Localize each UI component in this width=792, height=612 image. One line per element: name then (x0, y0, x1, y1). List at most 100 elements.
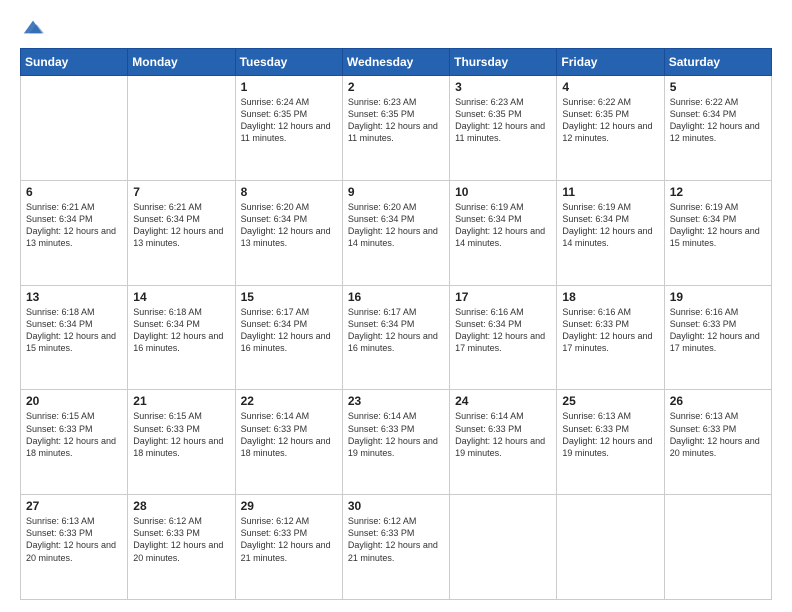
calendar-cell (21, 76, 128, 181)
calendar-cell: 6Sunrise: 6:21 AM Sunset: 6:34 PM Daylig… (21, 180, 128, 285)
day-number: 2 (348, 80, 444, 94)
day-info: Sunrise: 6:13 AM Sunset: 6:33 PM Dayligh… (26, 515, 122, 564)
logo-icon (22, 16, 44, 38)
calendar-cell: 30 Sunrise: 6:12 AM Sunset: 6:33 PM Dayli… (342, 495, 449, 600)
calendar-header-monday: Monday (128, 49, 235, 76)
day-number: 20 (26, 394, 122, 408)
day-info: Sunrise: 6:23 AM Sunset: 6:35 PM Dayligh… (348, 96, 444, 145)
calendar-cell (128, 76, 235, 181)
day-info: Sunrise: 6:14 AM Sunset: 6:33 PM Dayligh… (241, 410, 337, 459)
calendar-cell: 5Sunrise: 6:22 AM Sunset: 6:34 PM Daylig… (664, 76, 771, 181)
day-number: 29 (241, 499, 337, 513)
calendar-week-row: 20 Sunrise: 6:15 AM Sunset: 6:33 PM Dayli… (21, 390, 772, 495)
calendar-cell: 19 Sunrise: 6:16 AM Sunset: 6:33 PM Dayli… (664, 285, 771, 390)
logo (20, 18, 44, 38)
day-info: Sunrise: 6:23 AM Sunset: 6:35 PM Dayligh… (455, 96, 551, 145)
day-number: 18 (562, 290, 658, 304)
day-number: 3 (455, 80, 551, 94)
calendar-week-row: 6 Sunrise: 6:21 AM Sunset: 6:34 PM Daylig… (21, 180, 772, 285)
day-info: Sunrise: 6:14 AM Sunset: 6:33 PM Dayligh… (455, 410, 551, 459)
calendar-week-row: 1 Sunrise: 6:24 AM Sunset: 6:35 PM Daylig… (21, 76, 772, 181)
calendar-cell: 11Sunrise: 6:19 AM Sunset: 6:34 PM Dayli… (557, 180, 664, 285)
calendar-cell: 20 Sunrise: 6:15 AM Sunset: 6:33 PM Dayli… (21, 390, 128, 495)
calendar-cell: 7 Sunrise: 6:21 AM Sunset: 6:34 PM Daylig… (128, 180, 235, 285)
calendar-cell: 12 Sunrise: 6:19 AM Sunset: 6:34 PM Dayli… (664, 180, 771, 285)
day-info: Sunrise: 6:12 AM Sunset: 6:33 PM Dayligh… (241, 515, 337, 564)
calendar-cell: 28 Sunrise: 6:12 AM Sunset: 6:33 PM Dayli… (128, 495, 235, 600)
calendar-cell: 26 Sunrise: 6:13 AM Sunset: 6:33 PM Dayli… (664, 390, 771, 495)
day-number: 28 (133, 499, 229, 513)
calendar-cell: 10 Sunrise: 6:19 AM Sunset: 6:34 PM Dayli… (450, 180, 557, 285)
calendar-cell: 13 Sunrise: 6:18 AM Sunset: 6:34 PM Dayli… (21, 285, 128, 390)
calendar-header-thursday: Thursday (450, 49, 557, 76)
day-info: Sunrise: 6:20 AM Sunset: 6:34 PM Dayligh… (241, 201, 337, 250)
calendar-week-row: 27 Sunrise: 6:13 AM Sunset: 6:33 PM Dayli… (21, 495, 772, 600)
calendar-cell: 15 Sunrise: 6:17 AM Sunset: 6:34 PM Dayli… (235, 285, 342, 390)
day-number: 30 (348, 499, 444, 513)
day-number: 8 (241, 185, 337, 199)
calendar-cell: 17 Sunrise: 6:16 AM Sunset: 6:34 PM Dayli… (450, 285, 557, 390)
day-info: Sunrise: 6:19 AM Sunset: 6:34 PM Dayligh… (670, 201, 766, 250)
calendar-cell: 9 Sunrise: 6:20 AM Sunset: 6:34 PM Daylig… (342, 180, 449, 285)
day-info: Sunrise: 6:24 AM Sunset: 6:35 PM Dayligh… (241, 96, 337, 145)
calendar-cell (557, 495, 664, 600)
day-number: 6 (26, 185, 122, 199)
calendar-header-tuesday: Tuesday (235, 49, 342, 76)
day-number: 21 (133, 394, 229, 408)
day-info: Sunrise: 6:17 AM Sunset: 6:34 PM Dayligh… (348, 306, 444, 355)
day-number: 12 (670, 185, 766, 199)
day-info: Sunrise: 6:16 AM Sunset: 6:34 PM Dayligh… (455, 306, 551, 355)
calendar-cell: 24 Sunrise: 6:14 AM Sunset: 6:33 PM Dayli… (450, 390, 557, 495)
day-number: 19 (670, 290, 766, 304)
calendar-cell: 2 Sunrise: 6:23 AM Sunset: 6:35 PM Daylig… (342, 76, 449, 181)
calendar-header-friday: Friday (557, 49, 664, 76)
day-number: 15 (241, 290, 337, 304)
calendar-cell (664, 495, 771, 600)
day-number: 13 (26, 290, 122, 304)
day-info: Sunrise: 6:13 AM Sunset: 6:33 PM Dayligh… (562, 410, 658, 459)
day-info: Sunrise: 6:14 AM Sunset: 6:33 PM Dayligh… (348, 410, 444, 459)
day-number: 11 (562, 185, 658, 199)
calendar-cell: 25 Sunrise: 6:13 AM Sunset: 6:33 PM Dayli… (557, 390, 664, 495)
day-info: Sunrise: 6:18 AM Sunset: 6:34 PM Dayligh… (26, 306, 122, 355)
calendar-header-row: SundayMondayTuesdayWednesdayThursdayFrid… (21, 49, 772, 76)
day-number: 1 (241, 80, 337, 94)
calendar-cell: 8 Sunrise: 6:20 AM Sunset: 6:34 PM Daylig… (235, 180, 342, 285)
day-info: Sunrise: 6:17 AM Sunset: 6:34 PM Dayligh… (241, 306, 337, 355)
day-info: Sunrise: 6:16 AM Sunset: 6:33 PM Dayligh… (670, 306, 766, 355)
calendar-cell: 23 Sunrise: 6:14 AM Sunset: 6:33 PM Dayli… (342, 390, 449, 495)
day-number: 16 (348, 290, 444, 304)
day-number: 9 (348, 185, 444, 199)
calendar-cell: 18Sunrise: 6:16 AM Sunset: 6:33 PM Dayli… (557, 285, 664, 390)
calendar-cell: 16 Sunrise: 6:17 AM Sunset: 6:34 PM Dayli… (342, 285, 449, 390)
calendar-header-sunday: Sunday (21, 49, 128, 76)
day-number: 4 (562, 80, 658, 94)
day-number: 24 (455, 394, 551, 408)
calendar-cell (450, 495, 557, 600)
day-info: Sunrise: 6:15 AM Sunset: 6:33 PM Dayligh… (133, 410, 229, 459)
day-info: Sunrise: 6:20 AM Sunset: 6:34 PM Dayligh… (348, 201, 444, 250)
calendar-cell: 4Sunrise: 6:22 AM Sunset: 6:35 PM Daylig… (557, 76, 664, 181)
calendar-table: SundayMondayTuesdayWednesdayThursdayFrid… (20, 48, 772, 600)
day-number: 10 (455, 185, 551, 199)
day-number: 27 (26, 499, 122, 513)
day-number: 17 (455, 290, 551, 304)
day-info: Sunrise: 6:19 AM Sunset: 6:34 PM Dayligh… (455, 201, 551, 250)
day-info: Sunrise: 6:18 AM Sunset: 6:34 PM Dayligh… (133, 306, 229, 355)
day-number: 7 (133, 185, 229, 199)
calendar-week-row: 13 Sunrise: 6:18 AM Sunset: 6:34 PM Dayli… (21, 285, 772, 390)
day-number: 23 (348, 394, 444, 408)
calendar-cell: 29 Sunrise: 6:12 AM Sunset: 6:33 PM Dayli… (235, 495, 342, 600)
day-info: Sunrise: 6:12 AM Sunset: 6:33 PM Dayligh… (133, 515, 229, 564)
calendar-cell: 1 Sunrise: 6:24 AM Sunset: 6:35 PM Daylig… (235, 76, 342, 181)
day-number: 25 (562, 394, 658, 408)
day-info: Sunrise: 6:13 AM Sunset: 6:33 PM Dayligh… (670, 410, 766, 459)
day-info: Sunrise: 6:15 AM Sunset: 6:33 PM Dayligh… (26, 410, 122, 459)
day-info: Sunrise: 6:21 AM Sunset: 6:34 PM Dayligh… (133, 201, 229, 250)
day-info: Sunrise: 6:12 AM Sunset: 6:33 PM Dayligh… (348, 515, 444, 564)
calendar-cell: 27 Sunrise: 6:13 AM Sunset: 6:33 PM Dayli… (21, 495, 128, 600)
calendar-cell: 22Sunrise: 6:14 AM Sunset: 6:33 PM Dayli… (235, 390, 342, 495)
day-number: 14 (133, 290, 229, 304)
day-number: 26 (670, 394, 766, 408)
calendar-cell: 21 Sunrise: 6:15 AM Sunset: 6:33 PM Dayli… (128, 390, 235, 495)
